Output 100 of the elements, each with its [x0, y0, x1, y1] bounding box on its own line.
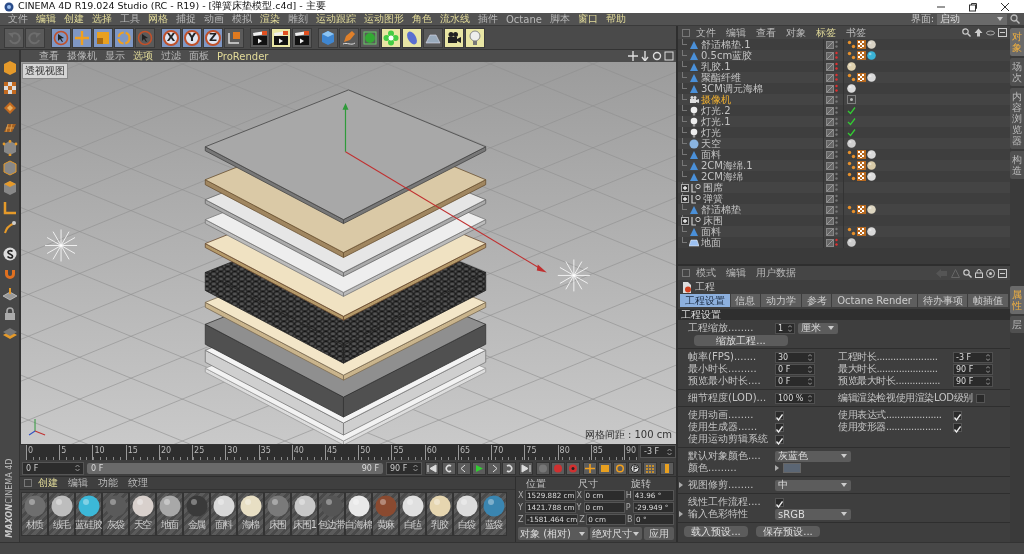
menu-item[interactable]: 文件 — [4, 12, 32, 26]
material-tile[interactable]: 乳胶 — [426, 492, 453, 536]
unit-dropdown[interactable]: 厘米 — [798, 322, 838, 334]
layer-toggle-icon[interactable] — [826, 73, 834, 82]
material-tag-icon[interactable] — [867, 73, 876, 82]
caret-icon[interactable] — [996, 16, 1004, 22]
object-menu-item[interactable]: 文件 — [692, 25, 720, 40]
loop-back-button[interactable] — [442, 461, 456, 475]
visibility-dots-icon[interactable] — [835, 84, 838, 93]
material-tile[interactable]: 绒毛 — [48, 492, 75, 536]
spinner-icon[interactable] — [986, 377, 990, 385]
phong-dots-icon[interactable] — [847, 51, 856, 60]
menu-item[interactable]: 渲染 — [256, 12, 284, 26]
attribute-tab[interactable]: 动力学 — [761, 294, 801, 307]
menu-item[interactable]: 帮助 — [601, 12, 630, 26]
dropdown[interactable]: 灰蓝色 — [775, 450, 851, 462]
eye-icon[interactable] — [986, 28, 995, 37]
visibility-dots-icon[interactable] — [835, 172, 838, 181]
material-tile[interactable]: 面料 — [210, 492, 237, 536]
number-field[interactable]: 90 F — [953, 375, 993, 387]
sphere-in-cube-button[interactable] — [360, 27, 380, 48]
object-name[interactable]: 摄像机 — [701, 94, 731, 105]
object-row[interactable]: 面料 — [678, 149, 1010, 160]
end-frame-field[interactable]: 90 F — [386, 461, 422, 475]
layer-toggle-icon[interactable] — [826, 128, 834, 137]
material-tile[interactable]: 天空 — [129, 492, 156, 536]
menu-item[interactable]: 网格 — [144, 12, 172, 26]
object-row[interactable]: 摄像机 — [678, 94, 1010, 105]
caret-icon[interactable] — [578, 530, 586, 537]
layer-toggle-icon[interactable] — [826, 139, 834, 148]
brush-stroke-icon[interactable] — [1, 220, 18, 236]
camera-button[interactable] — [444, 27, 464, 48]
menu-item[interactable]: 捕捉 — [172, 12, 200, 26]
object-name[interactable]: 灯光 — [701, 127, 721, 138]
phong-dots-icon[interactable] — [847, 227, 856, 236]
preset-button[interactable]: 载入预设... — [684, 526, 748, 537]
spinner-icon[interactable] — [808, 353, 812, 361]
material-tile[interactable]: 床围 — [264, 492, 291, 536]
bent-capsule-button[interactable] — [402, 27, 422, 48]
expand-arrow-icon[interactable] — [678, 482, 684, 488]
key-rotate-button[interactable] — [613, 461, 627, 475]
checkbox[interactable] — [775, 410, 784, 420]
viewport-menu-item[interactable]: 选项 — [129, 49, 157, 63]
object-name[interactable]: 天空 — [701, 138, 721, 149]
loop-forward-button[interactable] — [502, 461, 516, 475]
material-tile[interactable]: 黄麻 — [372, 492, 399, 536]
light-star-icon[interactable] — [44, 229, 78, 262]
search-icon[interactable] — [962, 28, 971, 37]
spinner-icon[interactable] — [75, 464, 80, 472]
object-name[interactable]: 床围 — [703, 215, 723, 226]
menu-item[interactable]: 编辑 — [32, 12, 60, 26]
checkbox[interactable] — [953, 410, 962, 420]
light-star-icon[interactable] — [557, 259, 591, 292]
dropdown[interactable]: 中 — [775, 479, 851, 491]
visibility-dots-icon[interactable] — [835, 62, 838, 71]
caret-icon[interactable] — [840, 453, 848, 459]
menu-item[interactable]: 窗口 — [573, 12, 602, 26]
number-field[interactable]: 30 — [775, 351, 815, 363]
layer-toggle-icon[interactable] — [826, 238, 834, 247]
frame-range-slider[interactable]: 0 F 90 F — [87, 462, 383, 474]
search-icon[interactable] — [963, 268, 972, 278]
material-menu-item[interactable]: 纹理 — [124, 476, 152, 490]
visibility-dots-icon[interactable] — [835, 161, 838, 170]
object-row[interactable]: 0.5cm蓝胶 — [678, 50, 1010, 61]
expand-arrow-icon[interactable] — [775, 465, 780, 471]
cube-edges-icon[interactable] — [1, 160, 18, 176]
object-row[interactable]: 地面 — [678, 237, 1010, 248]
floor-plane-button[interactable] — [423, 27, 443, 48]
undo-button[interactable] — [4, 27, 24, 48]
layer-toggle-icon[interactable] — [826, 150, 834, 159]
close-icon[interactable] — [1000, 1, 1010, 12]
caret-icon[interactable] — [632, 530, 640, 537]
letter-s-disc-icon[interactable] — [1, 246, 18, 262]
menu-item[interactable]: 角色 — [408, 12, 436, 26]
material-tile[interactable]: 蓝袋 — [480, 492, 507, 536]
current-frame-field[interactable]: -3 F — [640, 445, 676, 458]
object-name[interactable]: 灯光.2 — [701, 105, 731, 116]
layer-toggle-icon[interactable] — [826, 183, 834, 192]
layer-toggle-icon[interactable] — [826, 62, 834, 71]
object-name[interactable]: 舒适棉垫.1 — [701, 39, 751, 50]
material-tag-icon[interactable] — [847, 62, 856, 71]
object-row[interactable]: 2CM海绵 — [678, 171, 1010, 182]
visibility-dots-icon[interactable] — [835, 117, 838, 126]
material-tag-icon[interactable] — [867, 205, 876, 214]
attribute-tab[interactable]: Octane Render — [832, 294, 917, 307]
attribute-tab[interactable]: 参考 — [801, 294, 832, 307]
visibility-dots-icon[interactable] — [835, 95, 838, 104]
menu-item[interactable]: Octane — [502, 13, 546, 25]
visibility-dots-icon[interactable] — [835, 73, 838, 82]
viewport-menu-item[interactable]: 摄像机 — [63, 49, 101, 63]
selection-cursor-button[interactable] — [51, 27, 71, 48]
phong-dots-icon[interactable] — [847, 172, 856, 181]
move-cross-button[interactable] — [72, 27, 92, 48]
side-tab[interactable]: 层 — [1010, 316, 1024, 333]
spinner-icon[interactable] — [986, 353, 990, 361]
spinner-icon[interactable] — [808, 394, 812, 402]
spinner-icon[interactable] — [808, 377, 812, 385]
object-row[interactable]: 天空 — [678, 138, 1010, 149]
pan-arrows-icon[interactable] — [628, 51, 638, 61]
attribute-tab[interactable]: 待办事项 — [917, 294, 968, 307]
